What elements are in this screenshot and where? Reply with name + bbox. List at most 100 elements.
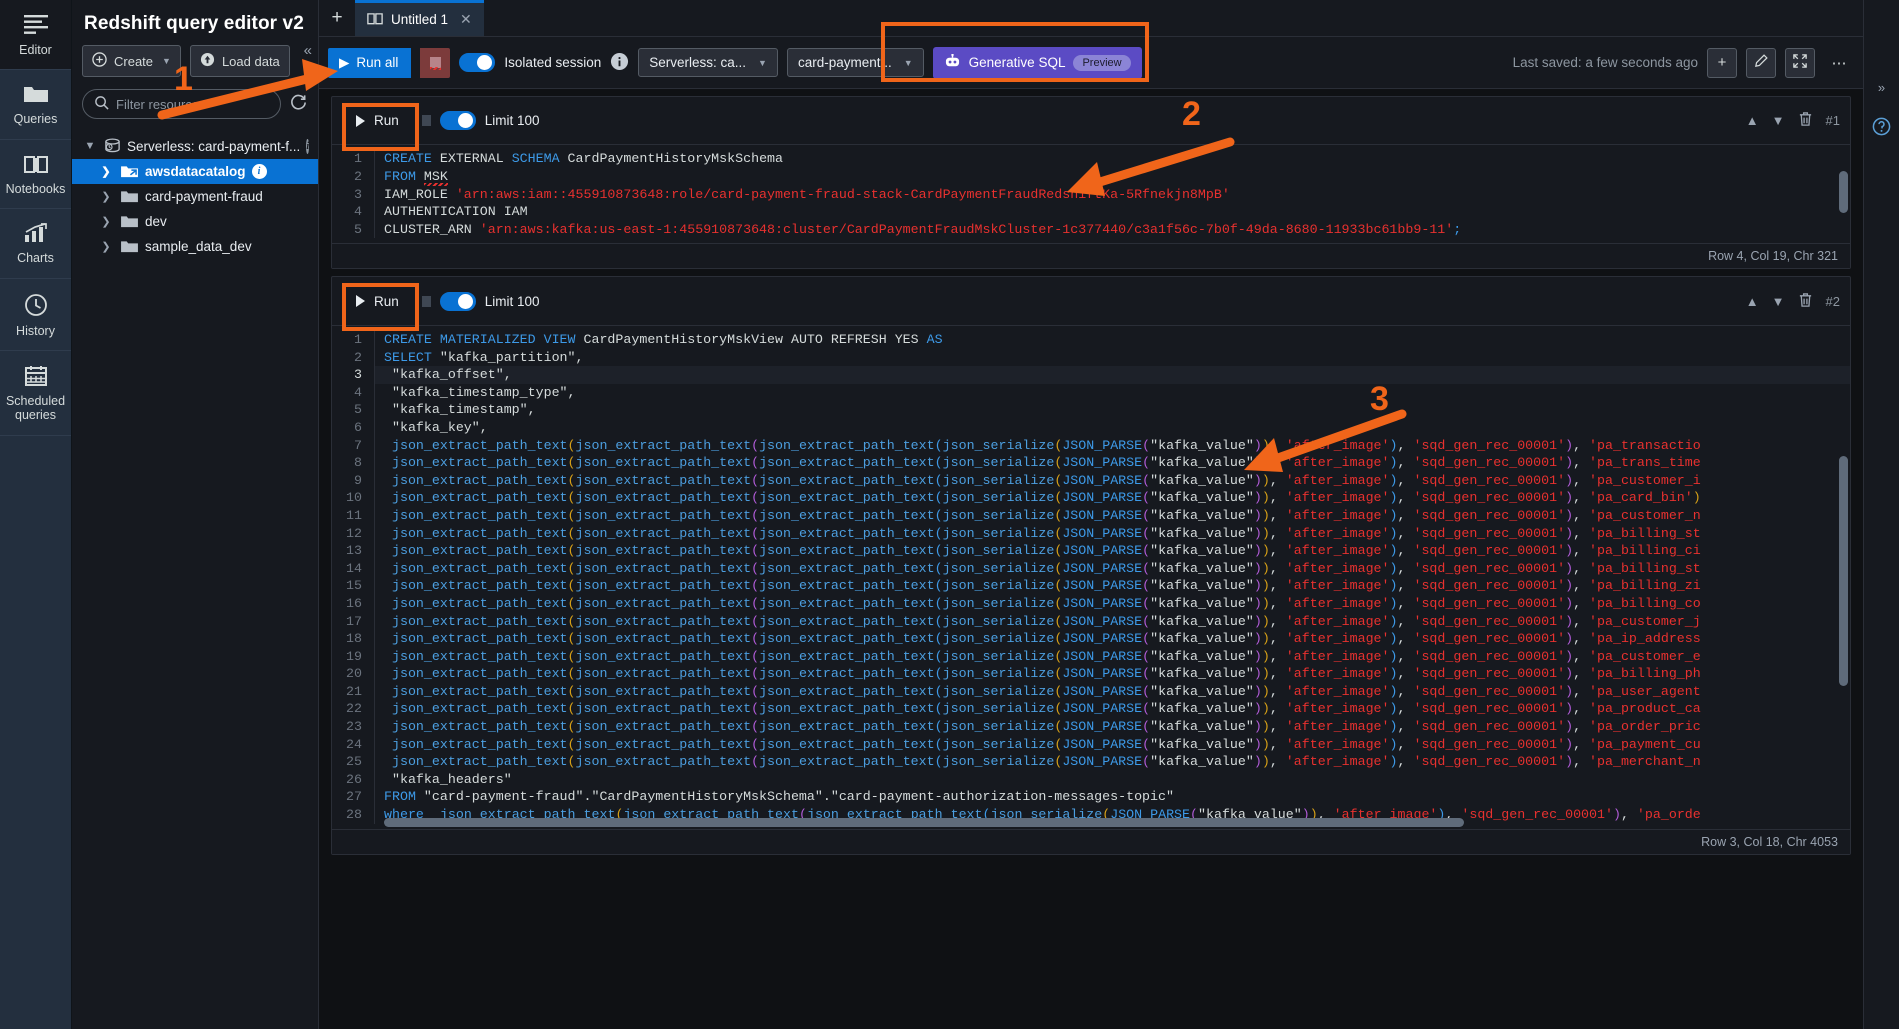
cell-1-stop-icon[interactable]: [421, 115, 431, 127]
tree-item-card-payment-fraud[interactable]: ❯ card-payment-fraud: [72, 184, 318, 209]
tree-item-awsdatacatalog[interactable]: ❯ awsdatacatalog i: [72, 159, 318, 184]
toolbar-right-group: Last saved: a few seconds ago + ⋯: [1512, 47, 1854, 78]
info-icon[interactable]: i: [306, 138, 310, 154]
line-number: 4: [354, 204, 362, 220]
line-number: 7: [354, 437, 362, 453]
trash-icon[interactable]: [1798, 111, 1813, 130]
cell-1-id: #1: [1825, 113, 1840, 129]
last-saved-status: Last saved: a few seconds ago: [1512, 55, 1698, 70]
cell-1-run-label: Run: [374, 113, 399, 129]
cell-2-code[interactable]: 1 CREATE MATERIALIZED VIEW CardPaymentHi…: [332, 326, 1850, 829]
generative-sql-button[interactable]: Generative SQL Preview: [932, 46, 1142, 79]
cell-2-stop-icon[interactable]: [421, 295, 431, 307]
cell-2-limit-label: Limit 100: [484, 293, 540, 309]
play-icon: [356, 114, 365, 127]
stop-icon: [429, 57, 441, 70]
code-line: 11 json_extract_path_text(json_extract_p…: [332, 506, 1850, 525]
tree-item-label: awsdatacatalog: [145, 164, 246, 179]
cell-1-run-button[interactable]: Run: [342, 106, 413, 135]
help-circle-icon[interactable]: [1872, 117, 1891, 139]
rail-item-charts[interactable]: Charts: [0, 209, 71, 279]
run-all-label: Run all: [356, 55, 399, 70]
line-number: 8: [354, 455, 362, 471]
line-text: "kafka_key",: [374, 418, 1850, 437]
cell-1-limit-toggle[interactable]: [439, 111, 476, 131]
rail-item-label: Editor: [19, 43, 52, 57]
info-icon[interactable]: i: [251, 164, 267, 179]
upload-icon: [200, 52, 215, 70]
resources-actions: Create ▼ Load data: [72, 45, 318, 77]
chevron-down-icon[interactable]: ▼: [82, 140, 98, 152]
right-rail: »: [1863, 0, 1899, 1029]
cell-1-code[interactable]: 1 CREATE EXTERNAL SCHEMA CardPaymentHist…: [332, 145, 1850, 244]
tree-item-dev[interactable]: ❯ dev: [72, 209, 318, 234]
code-line: 2 SELECT "kafka_partition",: [332, 348, 1850, 367]
cell-2-run-button[interactable]: Run: [342, 287, 413, 316]
chevron-down-icon[interactable]: ▼: [1772, 113, 1785, 128]
rail-item-history[interactable]: History: [0, 279, 71, 351]
close-icon[interactable]: ✕: [460, 11, 472, 28]
stop-button[interactable]: [420, 47, 451, 78]
line-number: 1: [354, 332, 362, 347]
collapse-right-icon[interactable]: »: [1878, 80, 1885, 95]
code-line: 25 json_extract_path_text(json_extract_p…: [332, 753, 1850, 771]
line-text: AUTHENTICATION IAM: [374, 203, 1850, 221]
app-root: Editor Queries Notebooks Charts History …: [0, 0, 1899, 1029]
cell-1-vertical-scrollbar[interactable]: [1839, 171, 1848, 214]
code-line: 3 IAM_ROLE 'arn:aws:iam::455910873648:ro…: [332, 185, 1850, 204]
chevron-right-icon[interactable]: ❯: [98, 190, 114, 203]
chevron-up-icon[interactable]: ▲: [1746, 113, 1759, 128]
cell-2-limit-toggle[interactable]: [439, 291, 476, 311]
cell-1-cursor-position: Row 4, Col 19, Chr 321: [1708, 249, 1838, 264]
info-icon[interactable]: [610, 52, 629, 74]
add-cell-button[interactable]: +: [1707, 47, 1737, 78]
tree-item-serverless[interactable]: ▼ Serverless: card-payment-f... i ⋮: [72, 133, 327, 159]
trash-icon[interactable]: [1798, 292, 1813, 311]
create-button[interactable]: Create ▼: [82, 45, 181, 77]
refresh-icon[interactable]: [289, 93, 308, 115]
collapse-panel-icon[interactable]: «: [304, 42, 312, 59]
code-line: 5 CLUSTER_ARN 'arn:aws:kafka:us-east-1:4…: [332, 220, 1850, 239]
fullscreen-button[interactable]: [1785, 47, 1815, 78]
cell-2-vertical-scrollbar[interactable]: [1839, 456, 1848, 686]
connection-select-value: Serverless: ca...: [649, 55, 747, 70]
search-input[interactable]: [116, 96, 269, 112]
chevron-right-icon[interactable]: ❯: [98, 165, 114, 178]
code-line: 19 json_extract_path_text(json_extract_p…: [332, 647, 1850, 666]
load-data-button[interactable]: Load data: [189, 45, 290, 77]
line-number: 17: [346, 613, 362, 629]
new-tab-button[interactable]: +: [319, 0, 355, 36]
ellipsis-icon: ⋯: [1831, 54, 1847, 72]
line-number: 26: [346, 771, 362, 787]
chevron-down-icon[interactable]: ▼: [1772, 294, 1785, 309]
search-input-wrapper[interactable]: [82, 89, 281, 119]
line-text: json_extract_path_text(json_extract_path…: [374, 718, 1850, 736]
play-icon: ▶: [339, 54, 350, 70]
line-number: 6: [354, 419, 362, 435]
chevron-right-icon[interactable]: ❯: [98, 240, 114, 253]
rail-item-notebooks[interactable]: Notebooks: [0, 140, 71, 210]
chevron-up-icon[interactable]: ▲: [1746, 294, 1759, 309]
editor-icon: [23, 14, 49, 36]
line-text: json_extract_path_text(json_extract_path…: [374, 682, 1850, 701]
chevron-right-icon[interactable]: ❯: [98, 215, 114, 228]
line-text: json_extract_path_text(json_extract_path…: [374, 436, 1850, 455]
database-select[interactable]: card-payment... ▼: [786, 48, 924, 77]
rail-item-scheduled-queries[interactable]: Scheduled queries: [0, 351, 71, 436]
connection-select[interactable]: Serverless: ca... ▼: [638, 48, 778, 77]
rail-item-queries[interactable]: Queries: [0, 70, 71, 140]
line-number: 20: [346, 666, 362, 682]
isolated-session-toggle[interactable]: [459, 53, 496, 72]
cell-2-horizontal-scrollbar[interactable]: [384, 818, 1464, 827]
tree-item-sample-data-dev[interactable]: ❯ sample_data_dev: [72, 234, 318, 259]
play-icon: [356, 295, 365, 307]
chevron-down-icon: ▼: [903, 57, 913, 68]
rail-item-editor[interactable]: Editor: [0, 0, 71, 71]
line-number: 3: [354, 367, 362, 383]
run-all-button[interactable]: ▶ Run all: [328, 47, 412, 78]
more-button[interactable]: ⋯: [1824, 48, 1854, 78]
code-line: 1 CREATE MATERIALIZED VIEW CardPaymentHi…: [332, 331, 1850, 349]
edit-button[interactable]: [1746, 47, 1776, 78]
line-number: 14: [346, 560, 362, 576]
tab-untitled-1[interactable]: Untitled 1 ✕: [355, 0, 484, 36]
